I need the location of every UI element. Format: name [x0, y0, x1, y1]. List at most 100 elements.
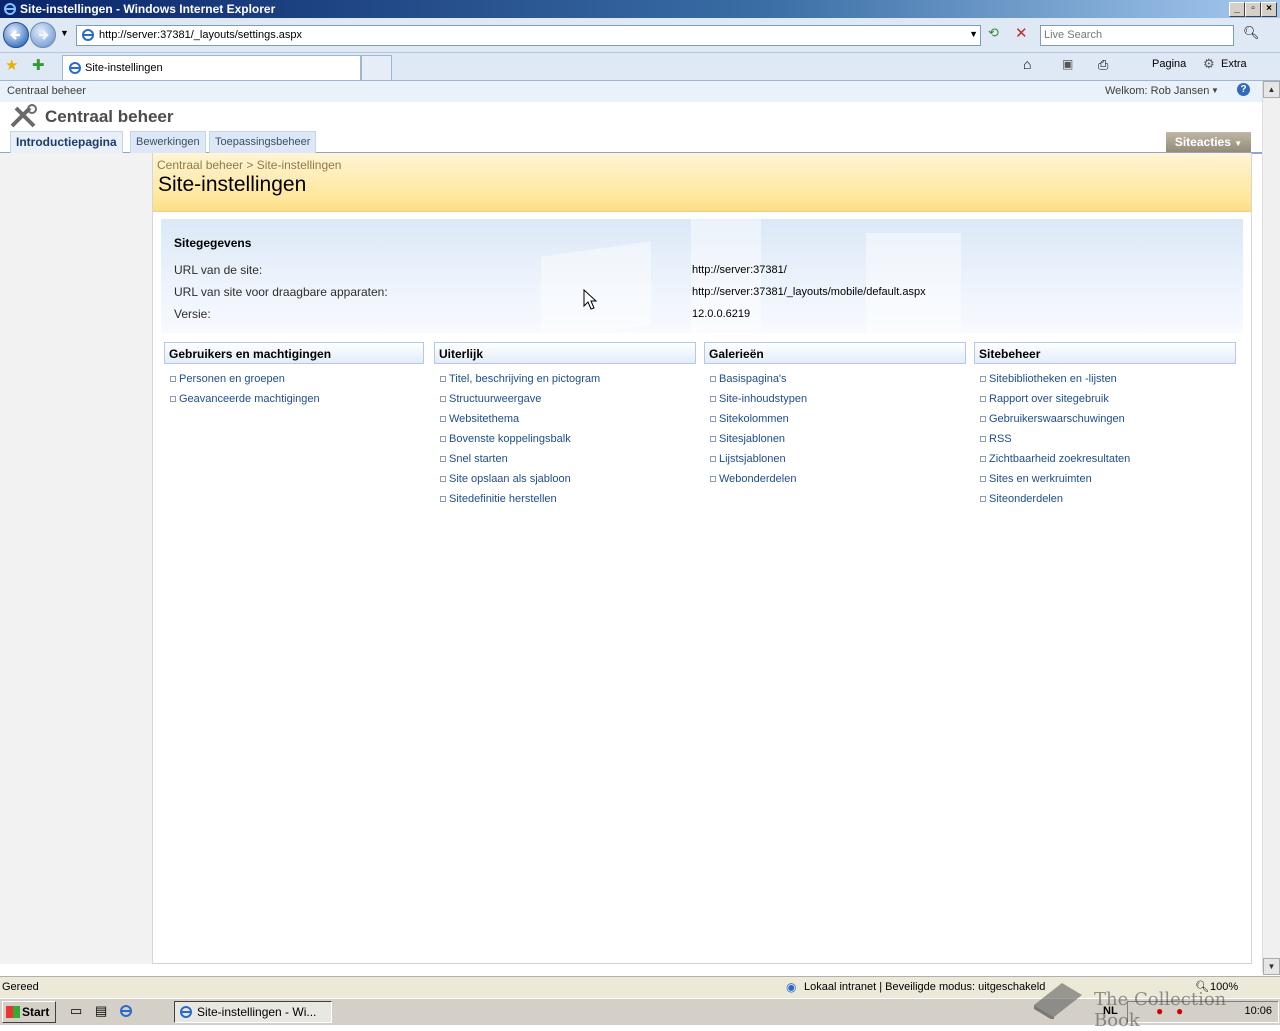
- settings-link[interactable]: Zichtbaarheid zoekresultaten: [989, 453, 1130, 465]
- maximize-button[interactable]: ▫: [1245, 2, 1261, 17]
- address-dropdown-icon[interactable]: ▼: [969, 29, 978, 39]
- bullet-icon: [980, 416, 986, 422]
- settings-link[interactable]: Site opslaan als sjabloon: [449, 473, 571, 485]
- start-button[interactable]: Start: [2, 1001, 56, 1023]
- tab-title: Site-instellingen: [85, 62, 163, 74]
- new-tab-button[interactable]: [361, 55, 392, 80]
- minimize-button[interactable]: _: [1229, 2, 1245, 17]
- settings-link[interactable]: Geavanceerde machtigingen: [179, 393, 320, 405]
- task-label: Site-instellingen - Wi...: [197, 1005, 317, 1019]
- bullet-icon: [710, 396, 716, 402]
- show-desktop-icon[interactable]: ▭: [70, 1003, 82, 1019]
- browser-tab-active[interactable]: Site-instellingen: [62, 55, 361, 80]
- tab-ie-icon: [69, 62, 81, 74]
- history-dropdown-icon[interactable]: ▼: [60, 28, 69, 38]
- settings-link[interactable]: Sitedefinitie herstellen: [449, 493, 557, 505]
- extra-menu[interactable]: Extra: [1221, 58, 1247, 70]
- bullet-icon: [980, 376, 986, 382]
- server-manager-icon[interactable]: ▤: [95, 1003, 107, 1019]
- site-actions-dropdown-icon: ▼: [1234, 139, 1243, 148]
- nav-tab-introductiepagina[interactable]: Introductiepagina: [10, 131, 123, 153]
- category-header-users: Gebruikers en machtigingen: [164, 342, 424, 364]
- bullet-icon: [170, 396, 176, 402]
- settings-link[interactable]: Basispagina's: [719, 373, 787, 385]
- settings-link[interactable]: Websitethema: [449, 413, 519, 425]
- window-titlebar[interactable]: Site-instellingen - Windows Internet Exp…: [0, 0, 1280, 18]
- help-icon[interactable]: ?: [1237, 83, 1250, 96]
- background-decoration: [866, 233, 961, 333]
- bullet-icon: [980, 496, 986, 502]
- vertical-scrollbar[interactable]: [1262, 81, 1280, 972]
- close-button[interactable]: ×: [1261, 2, 1277, 17]
- window-title: Site-instellingen - Windows Internet Exp…: [20, 2, 276, 16]
- settings-link[interactable]: Rapport over sitegebruik: [989, 393, 1109, 405]
- settings-link[interactable]: Gebruikerswaarschuwingen: [989, 413, 1125, 425]
- print-icon[interactable]: ⎙: [1098, 57, 1108, 73]
- quicklaunch-ie-icon[interactable]: [119, 1004, 133, 1018]
- address-bar[interactable]: http://server:37381/_layouts/settings.as…: [76, 25, 981, 46]
- bullet-icon: [440, 456, 446, 462]
- settings-link[interactable]: Structuurweergave: [449, 393, 541, 405]
- start-label: Start: [22, 1005, 50, 1019]
- search-input[interactable]: Live Search: [1040, 25, 1234, 46]
- breadcrumb-root-link[interactable]: Centraal beheer: [157, 158, 243, 172]
- add-favorite-icon[interactable]: ✚: [32, 56, 45, 74]
- settings-link[interactable]: Bovenste koppelingsbalk: [449, 433, 571, 445]
- settings-link[interactable]: Sitebibliotheken en -lijsten: [989, 373, 1117, 385]
- security-zone[interactable]: Lokaal intranet | Beveiligde modus: uitg…: [804, 981, 1045, 993]
- bullet-icon: [710, 476, 716, 482]
- settings-link[interactable]: Sitekolommen: [719, 413, 789, 425]
- settings-link[interactable]: Webonderdelen: [719, 473, 796, 485]
- nav-tab-bewerkingen[interactable]: Bewerkingen: [130, 131, 206, 153]
- nav-tab-toepassingsbeheer[interactable]: Toepassingsbeheer: [209, 131, 317, 153]
- page-ie-icon: [82, 29, 94, 41]
- welcome-dropdown-icon[interactable]: ▼: [1211, 86, 1219, 95]
- scroll-up-button[interactable]: ▲: [1263, 81, 1280, 98]
- mouse-cursor-icon: [583, 289, 597, 310]
- pagina-menu[interactable]: Pagina: [1152, 58, 1186, 70]
- refresh-icon[interactable]: ⟲: [988, 25, 1006, 43]
- category-header-galleries: Galerieën: [704, 342, 966, 364]
- settings-link[interactable]: Personen en groepen: [179, 373, 285, 385]
- back-button[interactable]: [3, 22, 29, 48]
- sharepoint-global-bar: Centraal beheer Welkom: Rob Jansen ▼ ?: [0, 81, 1262, 103]
- mobile-url-label: URL van site voor draagbare apparaten:: [174, 285, 388, 299]
- search-placeholder: Live Search: [1044, 29, 1103, 41]
- settings-link[interactable]: Lijstsjablonen: [719, 453, 786, 465]
- stop-icon[interactable]: ✕: [1015, 24, 1028, 42]
- bullet-icon: [440, 476, 446, 482]
- scroll-down-button[interactable]: ▼: [1263, 958, 1280, 975]
- search-icon[interactable]: 🔍︎: [1243, 25, 1260, 41]
- settings-link[interactable]: Sitesjablonen: [719, 433, 785, 445]
- taskbar-item-ie[interactable]: Site-instellingen - Wi...: [174, 1001, 332, 1023]
- welcome-menu[interactable]: Welkom: Rob Jansen: [1105, 85, 1209, 97]
- mobile-url-value: http://server:37381/_layouts/mobile/defa…: [692, 286, 926, 298]
- forward-arrow-icon: [39, 30, 49, 40]
- bullet-icon: [710, 436, 716, 442]
- bullet-icon: [440, 396, 446, 402]
- status-text: Gereed: [2, 981, 39, 993]
- site-actions-menu[interactable]: Siteacties ▼: [1166, 132, 1251, 152]
- global-breadcrumb[interactable]: Centraal beheer: [7, 85, 86, 97]
- version-value: 12.0.0.6219: [692, 308, 751, 320]
- settings-link[interactable]: RSS: [989, 433, 1012, 445]
- bullet-icon: [440, 436, 446, 442]
- home-icon[interactable]: ⌂: [1023, 56, 1031, 72]
- settings-link[interactable]: Site-inhoudstypen: [719, 393, 807, 405]
- settings-link[interactable]: Sites en werkruimten: [989, 473, 1092, 485]
- settings-link[interactable]: Siteonderdelen: [989, 493, 1063, 505]
- settings-link[interactable]: Snel starten: [449, 453, 508, 465]
- left-navigation: [0, 153, 153, 964]
- bullet-icon: [440, 496, 446, 502]
- page-breadcrumb: Centraal beheer > Site-instellingen: [157, 158, 341, 172]
- back-arrow-icon: [10, 30, 20, 40]
- site-url-label: URL van de site:: [174, 263, 263, 277]
- settings-link[interactable]: Titel, beschrijving en pictogram: [449, 373, 600, 385]
- ie-logo-icon: [4, 3, 16, 15]
- feeds-icon[interactable]: ▣: [1062, 57, 1073, 71]
- windows-logo-icon: [6, 1006, 20, 1018]
- bullet-icon: [440, 376, 446, 382]
- favorites-star-icon[interactable]: ★: [5, 56, 18, 74]
- forward-button[interactable]: [30, 22, 56, 48]
- site-title[interactable]: Centraal beheer: [45, 107, 174, 127]
